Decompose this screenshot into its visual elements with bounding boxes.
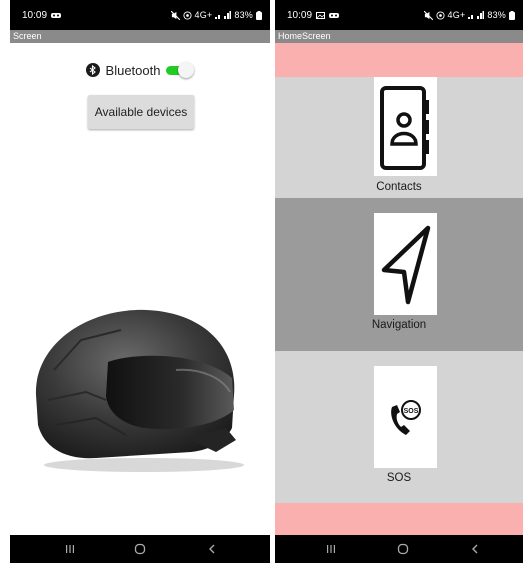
bluetooth-toggle[interactable] [166, 62, 195, 78]
system-nav-bar [10, 535, 270, 563]
bluetooth-icon [85, 63, 100, 77]
status-time: 10:09 [22, 10, 48, 21]
contacts-icon [379, 85, 429, 170]
sos-tile: SOS [374, 366, 437, 468]
recent-apps-icon[interactable] [321, 542, 341, 556]
battery-icon [509, 10, 515, 20]
home-icon[interactable] [393, 542, 413, 556]
mute-icon [423, 10, 433, 20]
home-icon[interactable] [130, 542, 150, 556]
helmet-image [26, 300, 256, 480]
menu-item-navigation[interactable]: Navigation [275, 198, 523, 351]
notification-icon [329, 13, 340, 18]
bluetooth-row: Bluetooth [10, 60, 270, 80]
battery-icon [256, 10, 262, 20]
back-icon[interactable] [465, 542, 485, 556]
network-type: 4G+ [447, 10, 466, 20]
menu-item-label: Contacts [376, 181, 422, 193]
network-type: 4G+ [194, 10, 213, 20]
screen-title: HomeScreen [278, 31, 331, 41]
app-title-bar: Screen [10, 30, 270, 43]
menu-item-contacts[interactable]: Contacts [275, 77, 523, 198]
contacts-tile [374, 77, 437, 176]
available-devices-button[interactable]: Available devices [88, 95, 194, 129]
navigation-tile [374, 213, 437, 315]
gallery-notification-icon [316, 12, 326, 19]
app-title-bar: HomeScreen [275, 30, 523, 43]
signal-icon [468, 11, 485, 19]
svg-text:SOS: SOS [403, 408, 418, 415]
sos-phone-icon: SOS [390, 400, 421, 435]
notification-icon [51, 13, 62, 18]
phone-screen-bluetooth: 10:09 4G+ 83% Screen Bluetooth Available… [10, 0, 270, 563]
phone-screen-home: 10:09 4G+ 83% HomeScreen Contacts Naviga… [275, 0, 523, 563]
navigation-icon [381, 225, 430, 305]
battery-percent: 83% [487, 10, 506, 20]
top-banner [275, 43, 523, 77]
status-bar: 10:09 4G+ 83% [10, 0, 270, 30]
hotspot-icon [435, 10, 445, 20]
menu-item-sos[interactable]: SOS SOS [275, 351, 523, 503]
toggle-thumb [178, 62, 195, 78]
menu-item-label: Navigation [371, 319, 427, 331]
back-icon[interactable] [202, 542, 222, 556]
menu-item-label: SOS [386, 472, 412, 484]
system-nav-bar [275, 535, 523, 563]
screen-title: Screen [13, 31, 42, 41]
battery-percent: 83% [234, 10, 253, 20]
status-bar: 10:09 4G+ 83% [275, 0, 523, 30]
hotspot-icon [182, 10, 192, 20]
recent-apps-icon[interactable] [60, 542, 80, 556]
signal-icon [215, 11, 232, 19]
mute-icon [170, 10, 180, 20]
bottom-banner [275, 503, 523, 535]
bluetooth-label: Bluetooth [105, 62, 161, 78]
status-time: 10:09 [287, 10, 313, 21]
